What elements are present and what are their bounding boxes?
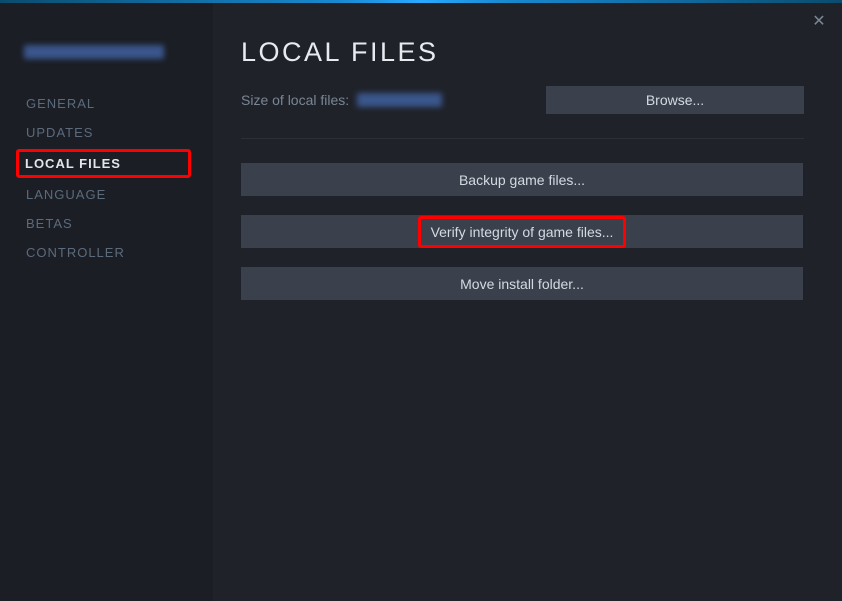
sidebar-item-controller[interactable]: CONTROLLER [22, 238, 129, 267]
verify-integrity-button[interactable]: Verify integrity of game files... [241, 215, 803, 248]
main-panel: ✕ LOCAL FILES Size of local files: Brows… [213, 3, 842, 601]
sidebar-item-updates[interactable]: UPDATES [22, 118, 97, 147]
sidebar-item-betas[interactable]: BETAS [22, 209, 77, 238]
sidebar-item-language[interactable]: LANGUAGE [22, 180, 110, 209]
backup-button-label: Backup game files... [459, 172, 585, 188]
size-label: Size of local files: [241, 92, 349, 108]
divider [241, 138, 804, 139]
browse-button[interactable]: Browse... [546, 86, 804, 114]
size-value-redacted [357, 93, 442, 107]
move-button-label: Move install folder... [460, 276, 584, 292]
browse-button-label: Browse... [646, 92, 704, 108]
sidebar-item-general[interactable]: GENERAL [22, 89, 99, 118]
verify-button-label: Verify integrity of game files... [431, 224, 614, 240]
game-title-redacted [24, 45, 164, 59]
size-info-row: Size of local files: Browse... [241, 86, 804, 114]
sidebar: GENERAL UPDATES LOCAL FILES LANGUAGE BET… [0, 3, 213, 601]
highlight-verify-integrity: Verify integrity of game files... [418, 216, 627, 248]
sidebar-item-local-files[interactable]: LOCAL FILES [25, 156, 121, 171]
highlight-local-files-tab: LOCAL FILES [16, 149, 191, 178]
move-install-folder-button[interactable]: Move install folder... [241, 267, 803, 300]
close-icon[interactable]: ✕ [810, 13, 828, 31]
page-title: LOCAL FILES [241, 37, 804, 68]
backup-game-files-button[interactable]: Backup game files... [241, 163, 803, 196]
